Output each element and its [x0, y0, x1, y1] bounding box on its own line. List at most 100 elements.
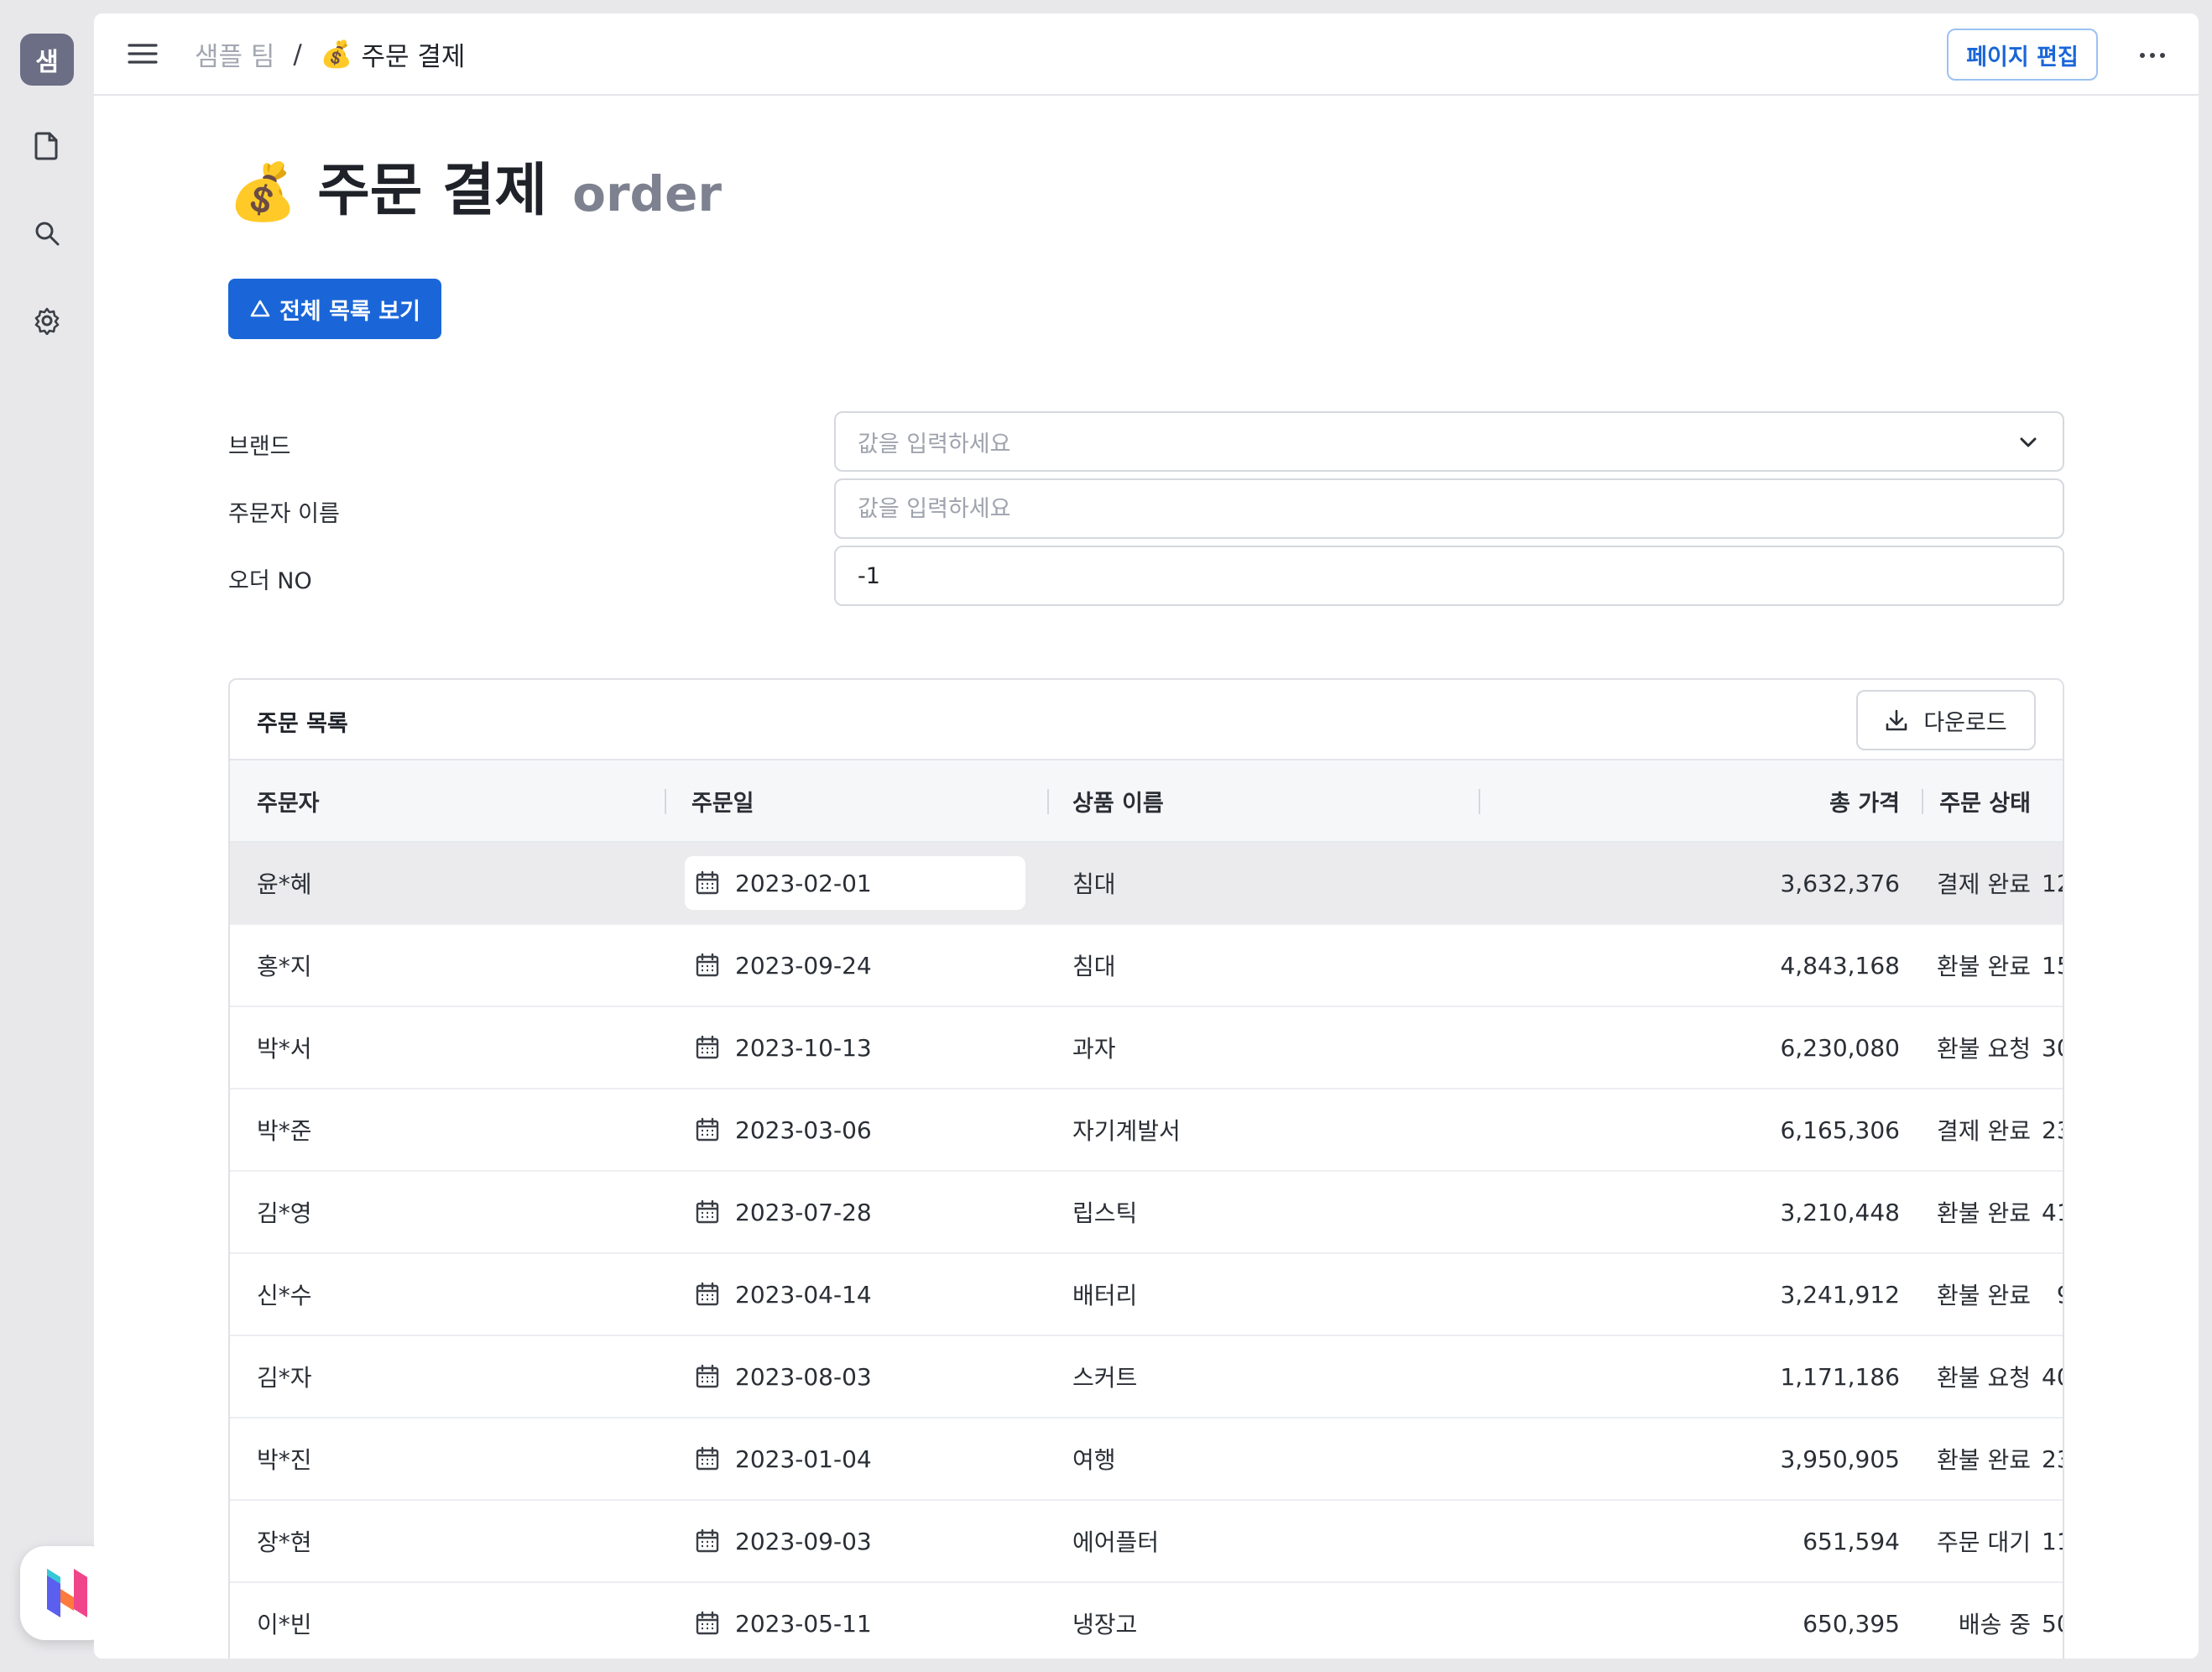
cell-status: 배송 중 — [1958, 1611, 2031, 1638]
cell-orderer: 신*수 — [257, 1282, 312, 1309]
orderer-label: 주문자 이름 — [228, 501, 340, 527]
calendar-icon — [696, 953, 719, 977]
top-bar: 샘플 팀 / 💰 주문 결제 페이지 편집 — [94, 13, 2199, 96]
cell-date[interactable]: 2023-01-04 — [691, 1419, 1027, 1499]
view-all-label: 전체 목록 보기 — [279, 298, 420, 325]
cell-orderer: 이*빈 — [257, 1611, 312, 1638]
left-rail: 샘 — [0, 0, 94, 1672]
breadcrumb: 샘플 팀 / 💰 주문 결제 — [195, 35, 465, 73]
cell-date[interactable]: 2023-04-14 — [691, 1254, 1027, 1335]
cell-product: 립스틱 — [1072, 1199, 1138, 1227]
cell-date[interactable]: 2023-02-01 — [685, 843, 1027, 923]
more-icon — [2140, 53, 2165, 58]
download-button[interactable]: 다운로드 — [1856, 690, 2036, 750]
main-content: 샘플 팀 / 💰 주문 결제 페이지 편집 💰 주문 결제 order 전체 목… — [94, 13, 2199, 1659]
table-row[interactable]: 박*서2023-10-13과자6,230,08030,000환불 요청 — [230, 1007, 2063, 1089]
table-row[interactable]: 박*준2023-03-06자기계발서6,165,30623,000결제 완료 — [230, 1089, 2063, 1172]
cell-orderer: 장*현 — [257, 1528, 312, 1556]
orderer-input[interactable] — [834, 478, 2064, 539]
brand-placeholder: 값을 입력하세요 — [858, 431, 1011, 457]
filter-orderer: 주문자 이름 — [228, 478, 2158, 539]
cell-product: 과자 — [1072, 1035, 1116, 1063]
cell-orderer: 박*서 — [257, 1035, 312, 1063]
cell-status: 결제 완료 — [1937, 1117, 2031, 1145]
cell-date[interactable]: 2023-07-28 — [691, 1172, 1027, 1252]
column-divider[interactable] — [665, 789, 666, 814]
date-value: 2023-01-04 — [735, 1445, 872, 1473]
more-button[interactable] — [2131, 39, 2173, 72]
gear-icon — [34, 307, 60, 335]
page-emoji: 💰 — [320, 39, 353, 70]
workspace-avatar[interactable]: 샘 — [20, 34, 74, 86]
calendar-icon — [696, 1117, 719, 1142]
column-divider[interactable] — [1047, 789, 1049, 814]
date-picker[interactable]: 2023-07-28 — [685, 1185, 1025, 1239]
brand-label: 브랜드 — [228, 434, 291, 460]
table-row[interactable]: 김*영2023-07-28립스틱3,210,44841,000환불 완료 — [230, 1172, 2063, 1254]
settings-button[interactable] — [20, 294, 74, 347]
cell-date[interactable]: 2023-10-13 — [691, 1007, 1027, 1088]
order-no-value: -1 — [858, 562, 880, 589]
date-picker[interactable]: 2023-01-04 — [685, 1432, 1025, 1486]
filter-brand: 브랜드 값을 입력하세요 — [228, 411, 2158, 472]
table-row[interactable]: 박*진2023-01-04여행3,950,90523,000환불 완료 — [230, 1419, 2063, 1501]
breadcrumb-page[interactable]: 💰 주문 결제 — [321, 35, 466, 73]
column-header-product[interactable]: 상품 이름 — [1072, 760, 1442, 841]
page-title-text: 주문 결제 — [317, 158, 548, 224]
cell-date[interactable]: 2023-03-06 — [691, 1089, 1027, 1170]
search-icon — [35, 222, 60, 246]
date-picker[interactable]: 2023-03-06 — [685, 1103, 1025, 1157]
cell-orderer: 홍*지 — [257, 953, 312, 980]
breadcrumb-team[interactable]: 샘플 팀 — [195, 35, 274, 73]
order-no-input[interactable]: -1 — [834, 546, 2064, 606]
table-row[interactable]: 장*현2023-09-03에어플터651,59411,000주문 대기 — [230, 1501, 2063, 1583]
cell-orderer: 윤*혜 — [257, 870, 312, 898]
table-row[interactable]: 홍*지2023-09-24침대4,843,16815,000환불 완료 — [230, 925, 2063, 1007]
cell-status: 환불 완료 — [1937, 1446, 2031, 1474]
calendar-icon — [696, 1528, 719, 1553]
menu-button[interactable] — [126, 39, 159, 69]
triangle-icon — [250, 300, 270, 317]
column-divider[interactable] — [1479, 789, 1480, 814]
cell-orderer: 김*영 — [257, 1199, 312, 1227]
cell-date[interactable]: 2023-09-24 — [691, 925, 1027, 1006]
search-button[interactable] — [20, 206, 74, 260]
table-column-headers: 주문자 주문일 상품 이름 총 가격 할인 주문 상태 — [230, 760, 2063, 843]
cell-status: 환불 요청 — [1937, 1035, 2031, 1063]
date-value: 2023-09-03 — [735, 1527, 872, 1555]
cell-orderer: 김*자 — [257, 1364, 312, 1392]
pages-button[interactable] — [20, 119, 74, 173]
date-picker[interactable]: 2023-02-01 — [685, 856, 1025, 910]
cell-date[interactable]: 2023-05-11 — [691, 1583, 1027, 1659]
cell-status: 환불 완료 — [1937, 1282, 2031, 1309]
table-row[interactable]: 윤*혜2023-02-01침대3,632,37612,000결제 완료 — [230, 843, 2063, 925]
date-value: 2023-02-01 — [735, 869, 872, 897]
cell-date[interactable]: 2023-08-03 — [691, 1336, 1027, 1417]
download-label: 다운로드 — [1923, 709, 2007, 736]
column-header-date[interactable]: 주문일 — [691, 760, 1027, 841]
cell-status: 환불 요청 — [1937, 1364, 2031, 1392]
date-picker[interactable]: 2023-04-14 — [685, 1267, 1025, 1321]
date-picker[interactable]: 2023-05-11 — [685, 1596, 1025, 1650]
date-picker[interactable]: 2023-10-13 — [685, 1021, 1025, 1074]
edit-page-button[interactable]: 페이지 편집 — [1947, 29, 2098, 81]
cell-status: 환불 완료 — [1937, 953, 2031, 980]
column-header-orderer[interactable]: 주문자 — [257, 760, 643, 841]
date-value: 2023-09-24 — [735, 951, 872, 980]
page-subtitle: order — [572, 165, 723, 222]
brand-select[interactable]: 값을 입력하세요 — [834, 411, 2064, 472]
view-all-button[interactable]: 전체 목록 보기 — [228, 279, 441, 339]
date-picker[interactable]: 2023-08-03 — [685, 1350, 1025, 1403]
breadcrumb-page-label: 주문 결제 — [361, 42, 466, 72]
breadcrumb-separator: / — [293, 39, 302, 70]
filter-order-no: 오더 NO -1 — [228, 546, 2158, 606]
column-header-status[interactable]: 주문 상태 — [1939, 760, 2031, 841]
table-row[interactable]: 이*빈2023-05-11냉장고650,39550,000배송 중 — [230, 1583, 2063, 1659]
date-picker[interactable]: 2023-09-24 — [685, 938, 1025, 992]
table-row[interactable]: 김*자2023-08-03스커트1,171,18640,000환불 요청 — [230, 1336, 2063, 1419]
table-row[interactable]: 신*수2023-04-14배터리3,241,9129,000환불 완료 — [230, 1254, 2063, 1336]
cell-product: 침대 — [1072, 953, 1116, 980]
calendar-icon — [696, 1035, 719, 1059]
cell-date[interactable]: 2023-09-03 — [691, 1501, 1027, 1581]
date-picker[interactable]: 2023-09-03 — [685, 1514, 1025, 1568]
